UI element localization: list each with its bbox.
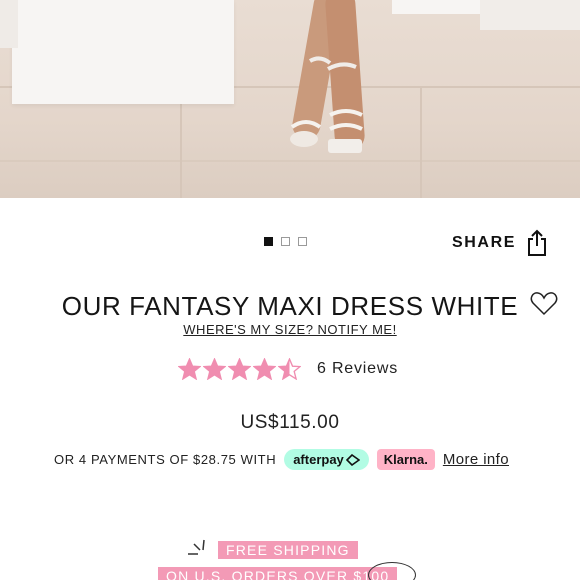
star-icon	[228, 358, 251, 380]
sandal-illustration	[290, 56, 363, 153]
free-shipping-label: FREE SHIPPING	[218, 541, 358, 559]
star-icon	[253, 358, 276, 380]
sparkle-lines-icon	[188, 539, 205, 555]
product-price: US$115.00	[240, 412, 340, 433]
afterpay-label: afterpay	[293, 452, 344, 467]
reviews-count[interactable]: 6 Reviews	[317, 360, 398, 378]
heart-icon[interactable]	[530, 292, 558, 316]
more-info-link[interactable]: More info	[443, 451, 509, 468]
product-title-row: OUR FANTASY MAXI DRESS WHITE	[0, 291, 580, 322]
product-title: OUR FANTASY MAXI DRESS WHITE	[61, 291, 519, 321]
product-image[interactable]	[0, 0, 580, 198]
afterpay-badge[interactable]: afterpay	[284, 449, 369, 470]
notify-size-link[interactable]: WHERE'S MY SIZE? NOTIFY ME!	[0, 322, 580, 337]
share-icon	[528, 229, 547, 256]
shipping-promo: FREE SHIPPING ON U.S. ORDERS OVER $100	[0, 538, 580, 580]
star-icon	[178, 358, 201, 380]
installment-payments: OR 4 PAYMENTS OF $28.75 WITH afterpay Kl…	[54, 449, 509, 470]
rating-stars	[178, 358, 301, 380]
product-rating[interactable]: 6 Reviews	[178, 358, 398, 380]
share-label: SHARE	[452, 234, 517, 251]
gallery-dot-3[interactable]	[298, 237, 307, 246]
gallery-dot-2[interactable]	[281, 237, 290, 246]
gallery-dot-1[interactable]	[264, 237, 273, 246]
klarna-badge[interactable]: Klarna.	[376, 449, 435, 470]
installment-text: OR 4 PAYMENTS OF $28.75 WITH	[54, 452, 277, 467]
gallery-pagination	[264, 237, 307, 246]
shipping-threshold-label: ON U.S. ORDERS OVER $100	[158, 567, 398, 580]
afterpay-arrow-icon	[345, 453, 360, 466]
share-button[interactable]: SHARE	[452, 229, 548, 257]
star-icon	[203, 358, 226, 380]
circle-annotation	[368, 562, 416, 580]
star-icon	[278, 358, 301, 380]
